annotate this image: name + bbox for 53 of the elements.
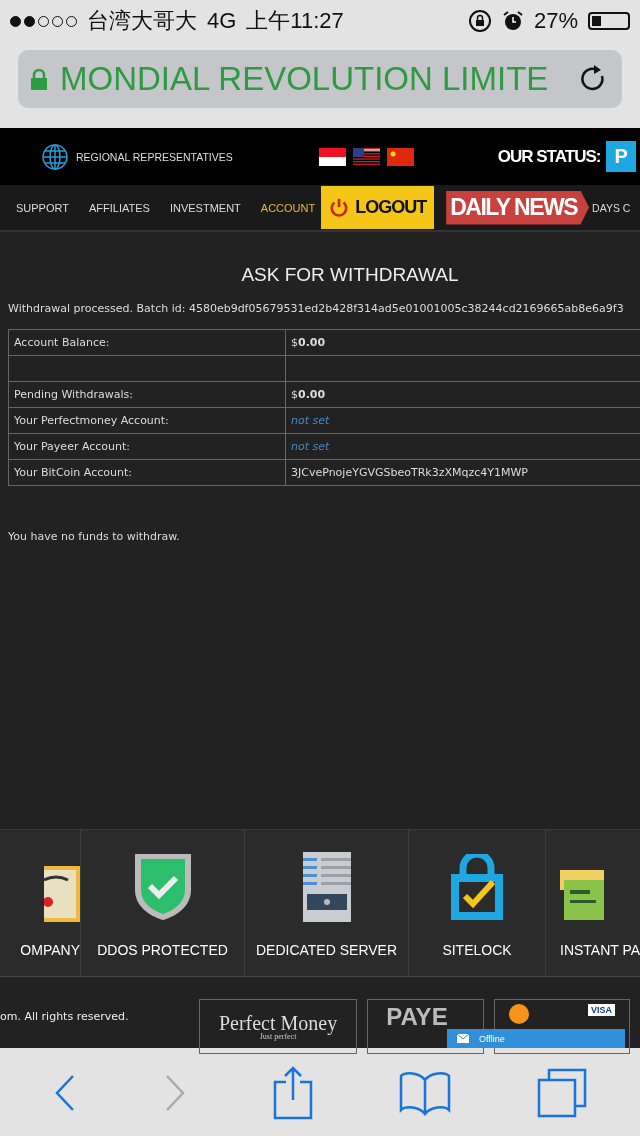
nav-link[interactable]: DAYS C bbox=[592, 201, 631, 214]
rotation-lock-icon bbox=[467, 9, 492, 33]
feature-label: INSTANT PA bbox=[560, 942, 640, 958]
indonesia-flag-icon[interactable] bbox=[318, 147, 346, 166]
share-button[interactable] bbox=[273, 1066, 313, 1120]
perfect-money-logo[interactable]: Perfect Money Just perfect bbox=[198, 999, 358, 1054]
copyright-text: om. All rights reserved. bbox=[0, 1010, 130, 1023]
no-funds-message: You have no funds to withdraw. bbox=[8, 530, 181, 543]
globe-icon bbox=[42, 143, 68, 170]
china-flag-icon[interactable] bbox=[386, 147, 414, 166]
status-label: OUR STATUS: bbox=[497, 146, 601, 167]
not-set-link[interactable]: not set bbox=[291, 414, 330, 427]
visa-text: VISA bbox=[588, 1004, 615, 1016]
feature-label: DDOS PROTECTED bbox=[97, 942, 228, 958]
success-message: Withdrawal processed. Batch id: 4580eb9df05679531ed2b428f314ad5e01001005c38244cd2169665ab8e6a9f3 bbox=[8, 302, 625, 315]
bookmarks-button[interactable] bbox=[399, 1070, 451, 1116]
usa-flag-icon[interactable] bbox=[352, 147, 380, 166]
feature-label: OMPANY bbox=[20, 942, 80, 958]
feature-label: SITELOCK bbox=[442, 942, 512, 958]
back-button[interactable] bbox=[53, 1073, 77, 1113]
battery-percent: 27% bbox=[533, 8, 578, 34]
feature-label: DEDICATED SERVER bbox=[255, 942, 398, 958]
nav-link[interactable]: ACCOUNT bbox=[260, 201, 316, 214]
server-icon bbox=[302, 852, 351, 922]
tabs-button[interactable] bbox=[537, 1068, 587, 1118]
nav-link[interactable]: INVESTMENT bbox=[169, 201, 241, 214]
table-cell: Your Perfectmoney Account: bbox=[8, 407, 286, 434]
regional-representatives-link[interactable]: REGIONAL REPRESENTATIVES bbox=[76, 150, 233, 163]
envelope-icon bbox=[457, 1034, 469, 1043]
page-title: ASK FOR WITHDRAWAL bbox=[240, 264, 460, 286]
nav-link[interactable]: SUPPORT bbox=[16, 201, 69, 214]
table-cell: Pending Withdrawals: bbox=[8, 381, 286, 408]
table-cell: Account Balance: bbox=[8, 329, 286, 356]
battery-icon bbox=[588, 12, 630, 30]
table-cell: $0.00 bbox=[285, 329, 640, 356]
lock-check-icon bbox=[449, 854, 505, 922]
table-cell: Your Payeer Account: bbox=[8, 433, 286, 460]
power-icon bbox=[329, 197, 350, 218]
clock-time: 上午11:27 bbox=[246, 7, 344, 35]
not-set-link[interactable]: not set bbox=[291, 440, 330, 453]
nav-link[interactable]: AFFILIATES bbox=[89, 201, 150, 214]
status-badge: P bbox=[606, 141, 636, 172]
carrier-name: 台湾大哥大 bbox=[87, 7, 197, 35]
coin-icon bbox=[508, 1004, 529, 1024]
lock-icon bbox=[30, 68, 48, 90]
alarm-clock-icon bbox=[501, 10, 524, 32]
logo-tagline: Just perfect bbox=[259, 1032, 297, 1041]
shield-check-icon bbox=[132, 852, 193, 922]
logo-text: Perfect Money bbox=[218, 1012, 338, 1033]
daily-news-link[interactable]: DAILY NEWS bbox=[446, 190, 590, 225]
logout-button[interactable]: LOGOUT bbox=[321, 186, 435, 229]
network-type: 4G bbox=[207, 8, 237, 34]
table-cell: Your BitCoin Account: bbox=[8, 459, 286, 486]
